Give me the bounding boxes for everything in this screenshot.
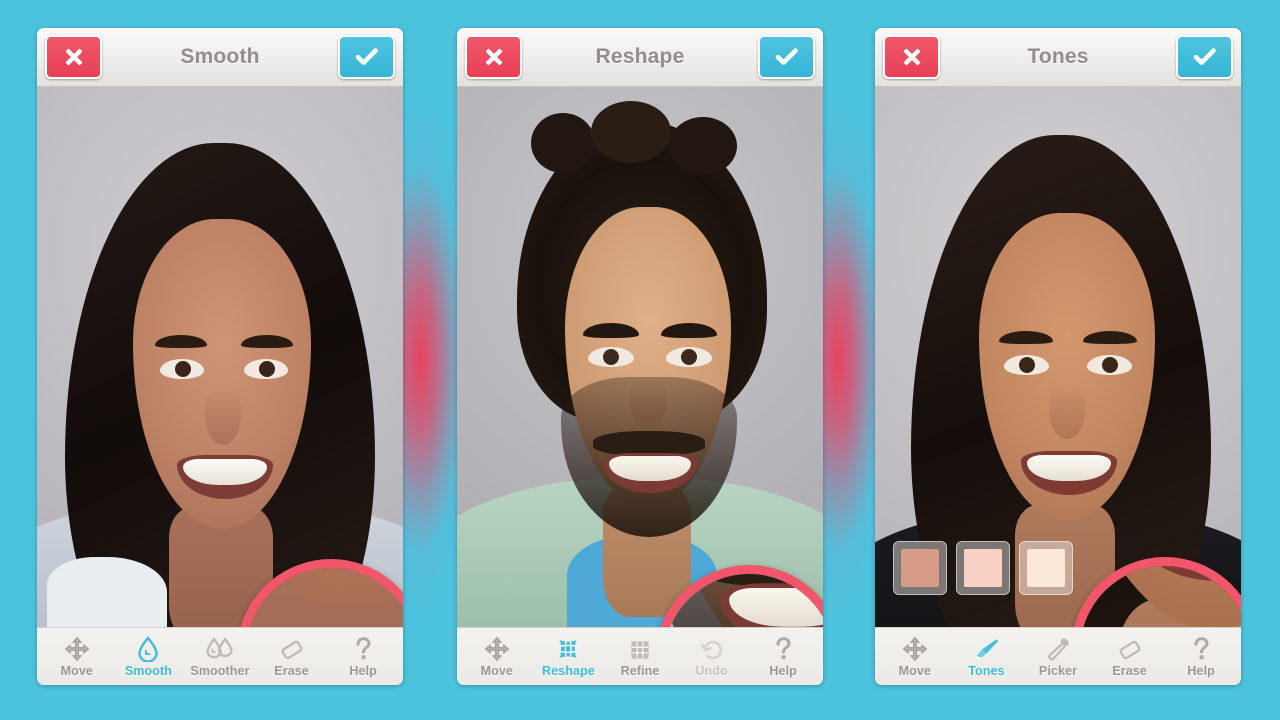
page-title: Smooth: [180, 45, 260, 68]
bottom-toolbar: Move Smooth Smoother Erase Help: [37, 627, 403, 685]
close-x-icon: [65, 48, 82, 66]
tool-move[interactable]: Move: [41, 628, 113, 685]
photo-canvas-reshape[interactable]: [457, 87, 823, 627]
bottom-toolbar: Move Tones Picker Erase Help: [875, 627, 1241, 685]
move-arrows-icon: [902, 636, 928, 662]
tool-label: Smooth: [124, 663, 172, 678]
magnifier-content: [664, 574, 823, 627]
tool-label: Tones: [968, 663, 1005, 678]
page-title: Reshape: [595, 45, 685, 68]
photo-canvas-tones[interactable]: [875, 87, 1241, 627]
tone-swatch-light[interactable]: [956, 541, 1010, 595]
tool-label: Move: [60, 663, 93, 678]
tool-help[interactable]: Help: [1165, 628, 1237, 685]
bottom-toolbar: Move Reshape Refine Undo Help: [457, 627, 823, 685]
tool-move[interactable]: Move: [879, 628, 951, 685]
tool-smoother[interactable]: Smoother: [184, 628, 256, 685]
tool-label: Picker: [1038, 663, 1078, 678]
move-arrows-icon: [484, 636, 510, 662]
tool-erase[interactable]: Erase: [1094, 628, 1166, 685]
question-mark-icon: [353, 636, 373, 662]
page-title: Tones: [1027, 45, 1089, 68]
apply-button[interactable]: [338, 35, 395, 79]
portrait-image: [37, 87, 403, 627]
brush-icon: [972, 636, 1000, 662]
magnifier-loupe[interactable]: [237, 559, 403, 627]
tone-swatch-pale[interactable]: [1019, 541, 1073, 595]
question-mark-icon: [1191, 636, 1211, 662]
apply-button[interactable]: [1176, 35, 1233, 79]
tool-erase[interactable]: Erase: [256, 628, 328, 685]
checkmark-icon: [775, 48, 798, 65]
double-drop-icon: [205, 636, 235, 662]
tone-swatch-color: [1027, 549, 1065, 587]
checkmark-icon: [355, 48, 378, 65]
apply-button[interactable]: [758, 35, 815, 79]
eraser-icon: [1117, 636, 1143, 662]
photo-canvas-smooth[interactable]: [37, 87, 403, 627]
top-bar: Reshape: [457, 28, 823, 87]
tool-label: Help: [349, 663, 377, 678]
question-mark-icon: [773, 636, 793, 662]
tool-label: Erase: [1112, 663, 1147, 678]
cancel-button[interactable]: [45, 35, 102, 79]
tool-label: Move: [480, 663, 513, 678]
magnifier-loupe[interactable]: [655, 565, 823, 627]
tool-undo[interactable]: Undo: [676, 628, 748, 685]
tool-label: Move: [898, 663, 931, 678]
magnifier-content: [246, 568, 403, 627]
tool-label: Erase: [274, 663, 309, 678]
tone-swatch-tray: [893, 541, 1073, 595]
tone-swatch-medium[interactable]: [893, 541, 947, 595]
tool-label: Refine: [620, 663, 660, 678]
warped-grid-icon: [555, 636, 581, 662]
move-arrows-icon: [64, 636, 90, 662]
tool-move[interactable]: Move: [461, 628, 533, 685]
tool-label: Reshape: [541, 663, 595, 678]
tool-label: Help: [769, 663, 797, 678]
cancel-button[interactable]: [465, 35, 522, 79]
app-stage: Smooth Move Smooth Smoother Erase Help R…: [0, 0, 1280, 720]
tool-help[interactable]: Help: [747, 628, 819, 685]
tool-refine[interactable]: Refine: [604, 628, 676, 685]
tool-label: Smoother: [190, 663, 250, 678]
tool-reshape[interactable]: Reshape: [533, 628, 605, 685]
checkmark-icon: [1193, 48, 1216, 65]
top-bar: Tones: [875, 28, 1241, 87]
tone-swatch-color: [964, 549, 1002, 587]
tool-smooth[interactable]: Smooth: [113, 628, 185, 685]
tool-label: Undo: [695, 663, 728, 678]
close-x-icon: [903, 48, 920, 66]
eyedropper-icon: [1044, 636, 1072, 662]
top-bar: Smooth: [37, 28, 403, 87]
phone-panel-smooth: Smooth Move Smooth Smoother Erase Help: [37, 28, 403, 685]
grid-icon: [628, 636, 652, 662]
tool-tones[interactable]: Tones: [951, 628, 1023, 685]
phone-panel-tones: Tones Move Tones Picker Erase Help: [875, 28, 1241, 685]
magnifier-content: [1080, 566, 1241, 627]
tool-picker[interactable]: Picker: [1022, 628, 1094, 685]
tool-help[interactable]: Help: [327, 628, 399, 685]
undo-icon: [699, 636, 725, 662]
phone-panel-reshape: Reshape Move Reshape Refine Undo Help: [457, 28, 823, 685]
cancel-button[interactable]: [883, 35, 940, 79]
close-x-icon: [485, 48, 502, 66]
water-drop-icon: [136, 635, 160, 662]
tone-swatch-color: [901, 549, 939, 587]
tool-label: Help: [1187, 663, 1215, 678]
portrait-image: [457, 87, 823, 627]
eraser-icon: [279, 636, 305, 662]
magnifier-loupe[interactable]: [1071, 557, 1241, 627]
